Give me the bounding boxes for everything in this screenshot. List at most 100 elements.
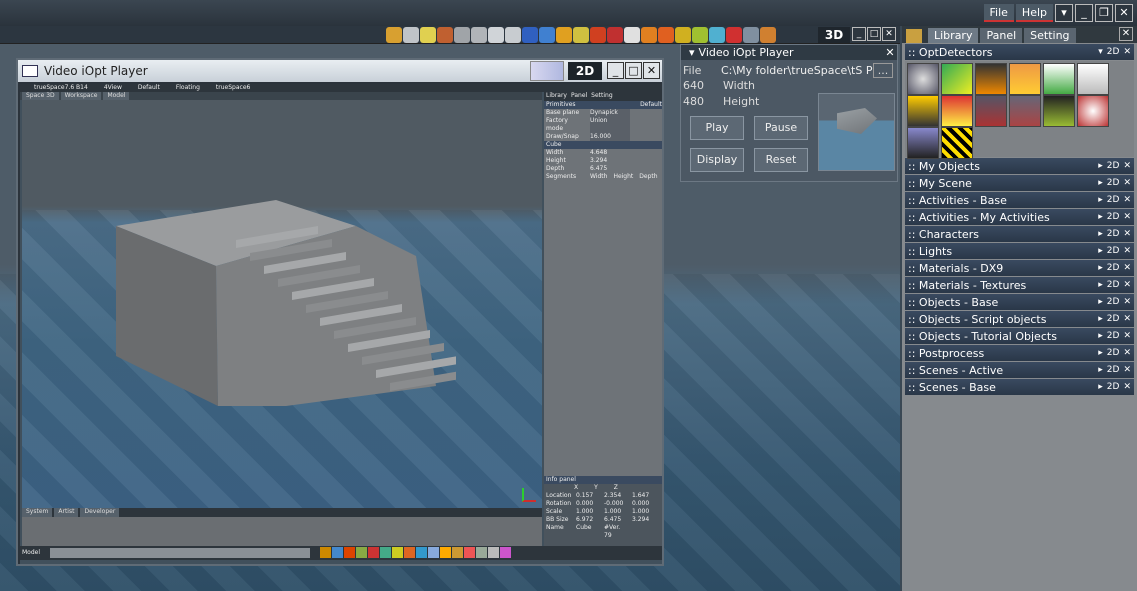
inner-menu-item[interactable]: Default bbox=[136, 84, 160, 92]
expand-arrow-icon[interactable]: ▸ bbox=[1098, 263, 1103, 273]
tool-icon[interactable] bbox=[641, 27, 657, 43]
status-tool-icon[interactable] bbox=[476, 547, 487, 558]
close-icon[interactable]: ✕ bbox=[1123, 297, 1131, 307]
expand-arrow-icon[interactable]: ▸ bbox=[1098, 161, 1103, 171]
section-2d-button[interactable]: 2D bbox=[1107, 280, 1120, 290]
tool-icon[interactable] bbox=[624, 27, 640, 43]
cube-cell[interactable]: 6.475 bbox=[590, 165, 607, 173]
library-section[interactable]: :: My Objects ▸ 2D ✕ bbox=[905, 158, 1134, 174]
info-cell[interactable]: 0.000 bbox=[632, 500, 656, 508]
prim-value[interactable]: Union bbox=[590, 117, 630, 133]
status-tool-icon[interactable] bbox=[380, 547, 391, 558]
collapse-icon[interactable]: ▾ bbox=[689, 46, 695, 59]
tool-icon[interactable] bbox=[539, 27, 555, 43]
primitives-header[interactable]: Primitives Default bbox=[544, 101, 662, 109]
help-menu[interactable]: Help bbox=[1015, 4, 1053, 22]
close-icon[interactable]: ✕ bbox=[1123, 280, 1131, 290]
section-2d-button[interactable]: 2D bbox=[1107, 382, 1120, 392]
status-tool-icon[interactable] bbox=[356, 547, 367, 558]
maximize-icon[interactable]: □ bbox=[867, 27, 881, 41]
detector-thumbnail[interactable] bbox=[1043, 63, 1075, 95]
expand-arrow-icon[interactable]: ▸ bbox=[1098, 314, 1103, 324]
section-2d-button[interactable]: 2D bbox=[1107, 297, 1120, 307]
detector-thumbnail[interactable] bbox=[1009, 63, 1041, 95]
detector-thumbnail[interactable] bbox=[907, 95, 939, 127]
expand-arrow-icon[interactable]: ▸ bbox=[1098, 280, 1103, 290]
tool-icon[interactable] bbox=[437, 27, 453, 43]
section-2d-button[interactable]: 2D bbox=[1107, 212, 1120, 222]
expand-arrow-icon[interactable]: ▸ bbox=[1098, 331, 1103, 341]
tool-icon[interactable] bbox=[743, 27, 759, 43]
section-2d-button[interactable]: 2D bbox=[1107, 229, 1120, 239]
section-2d-button[interactable]: 2D bbox=[1107, 348, 1120, 358]
close-icon[interactable]: ✕ bbox=[1115, 4, 1133, 22]
info-cell[interactable] bbox=[632, 524, 656, 540]
tool-icon[interactable] bbox=[454, 27, 470, 43]
close-icon[interactable]: ✕ bbox=[882, 27, 896, 41]
close-icon[interactable]: ✕ bbox=[1123, 178, 1131, 188]
cube-cell[interactable]: 4.648 bbox=[590, 149, 607, 157]
info-cell[interactable]: 1.000 bbox=[576, 508, 600, 516]
tool-icon[interactable] bbox=[420, 27, 436, 43]
detector-thumbnail[interactable] bbox=[1009, 95, 1041, 127]
status-tool-icon[interactable] bbox=[344, 547, 355, 558]
minimize-icon[interactable]: _ bbox=[607, 62, 624, 79]
library-section[interactable]: :: Scenes - Base ▸ 2D ✕ bbox=[905, 379, 1134, 395]
section-2d-button[interactable]: 2D bbox=[1107, 178, 1120, 188]
expand-arrow-icon[interactable]: ▸ bbox=[1098, 178, 1103, 188]
detector-thumbnail[interactable] bbox=[941, 127, 973, 159]
status-tool-icon[interactable] bbox=[440, 547, 451, 558]
info-cell[interactable]: Cube bbox=[576, 524, 600, 540]
section-2d-button[interactable]: 2D bbox=[1107, 47, 1120, 57]
tool-icon[interactable] bbox=[403, 27, 419, 43]
close-icon[interactable]: ✕ bbox=[1119, 27, 1133, 41]
close-icon[interactable]: ✕ bbox=[883, 46, 897, 59]
dropdown-icon[interactable]: ▾ bbox=[1055, 4, 1073, 22]
status-tool-icon[interactable] bbox=[428, 547, 439, 558]
detector-thumbnail[interactable] bbox=[941, 95, 973, 127]
pause-button[interactable]: Pause bbox=[754, 116, 808, 140]
chevron-down-icon[interactable]: ▾ bbox=[1098, 47, 1103, 57]
width-value[interactable]: 640 bbox=[683, 79, 723, 92]
library-section[interactable]: :: Postprocess ▸ 2D ✕ bbox=[905, 345, 1134, 361]
library-section[interactable]: :: Materials - DX9 ▸ 2D ✕ bbox=[905, 260, 1134, 276]
play-button[interactable]: Play bbox=[690, 116, 744, 140]
library-section[interactable]: :: Objects - Script objects ▸ 2D ✕ bbox=[905, 311, 1134, 327]
height-value[interactable]: 480 bbox=[683, 95, 723, 108]
info-cell[interactable]: 1.000 bbox=[632, 508, 656, 516]
display-button[interactable]: Display bbox=[690, 148, 744, 172]
section-2d-button[interactable]: 2D bbox=[1107, 246, 1120, 256]
detector-thumbnail[interactable] bbox=[907, 63, 939, 95]
close-icon[interactable]: ✕ bbox=[1123, 331, 1131, 341]
status-tool-icon[interactable] bbox=[404, 547, 415, 558]
library-section[interactable]: :: Scenes - Active ▸ 2D ✕ bbox=[905, 362, 1134, 378]
status-tool-icon[interactable] bbox=[488, 547, 499, 558]
right-tab[interactable]: Setting bbox=[589, 92, 612, 101]
tool-icon[interactable] bbox=[658, 27, 674, 43]
library-section[interactable]: :: Objects - Tutorial Objects ▸ 2D ✕ bbox=[905, 328, 1134, 344]
minimize-icon[interactable]: _ bbox=[852, 27, 866, 41]
expand-arrow-icon[interactable]: ▸ bbox=[1098, 297, 1103, 307]
expand-arrow-icon[interactable]: ▸ bbox=[1098, 382, 1103, 392]
close-icon[interactable]: ✕ bbox=[1123, 161, 1131, 171]
inner-tab[interactable]: Workspace bbox=[60, 92, 102, 100]
expand-arrow-icon[interactable]: ▸ bbox=[1098, 212, 1103, 222]
tool-icon[interactable] bbox=[573, 27, 589, 43]
expand-arrow-icon[interactable]: ▸ bbox=[1098, 348, 1103, 358]
tool-icon[interactable] bbox=[675, 27, 691, 43]
minimize-icon[interactable]: _ bbox=[1075, 4, 1093, 22]
cube-cell[interactable]: Width bbox=[590, 173, 607, 181]
close-icon[interactable]: ✕ bbox=[1123, 365, 1131, 375]
section-2d-button[interactable]: 2D bbox=[1107, 263, 1120, 273]
info-cell[interactable]: 6.972 bbox=[576, 516, 600, 524]
detector-thumbnail[interactable] bbox=[907, 127, 939, 159]
prim-value[interactable]: 16.000 bbox=[590, 133, 630, 141]
section-2d-button[interactable]: 2D bbox=[1107, 195, 1120, 205]
close-icon[interactable]: ✕ bbox=[1123, 229, 1131, 239]
close-icon[interactable]: ✕ bbox=[643, 62, 660, 79]
inner-menu-item[interactable]: 4View bbox=[102, 84, 122, 92]
status-tool-icon[interactable] bbox=[452, 547, 463, 558]
library-section[interactable]: :: Activities - Base ▸ 2D ✕ bbox=[905, 192, 1134, 208]
cube-cell[interactable]: 3.294 bbox=[590, 157, 607, 165]
prim-value[interactable]: Dynapick bbox=[590, 109, 630, 117]
